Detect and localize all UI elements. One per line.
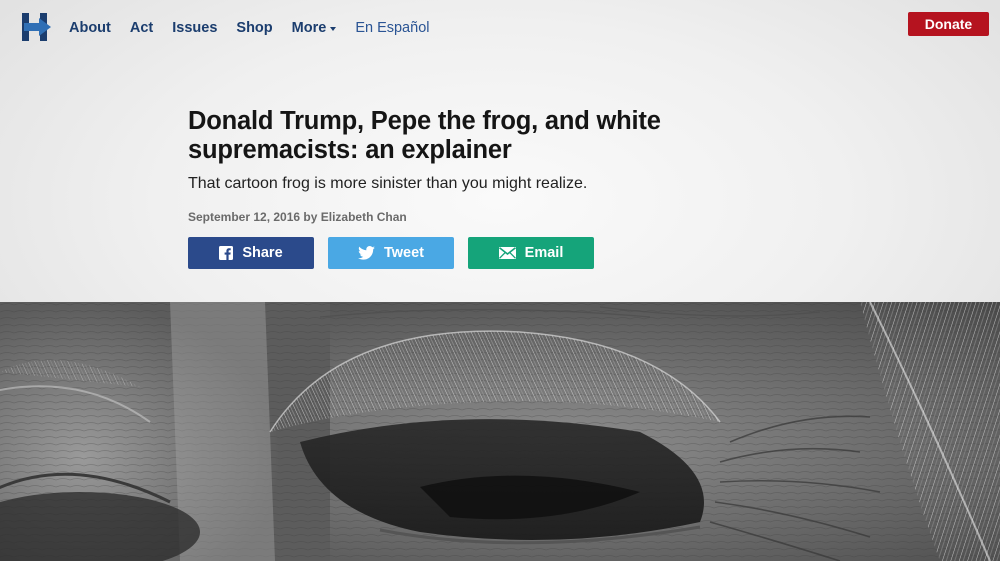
- nav-link-espanol[interactable]: En Español: [355, 20, 429, 36]
- nav-link-more[interactable]: More: [292, 20, 337, 36]
- page: About Act Issues Shop More En Español Do…: [0, 0, 1000, 561]
- facebook-icon: [219, 246, 234, 260]
- article-title: Donald Trump, Pepe the frog, and white s…: [188, 107, 661, 164]
- nav-link-shop[interactable]: Shop: [236, 20, 272, 36]
- email-share-label: Email: [524, 245, 564, 261]
- close-up-face-photo: [0, 302, 1000, 561]
- nav-link-act[interactable]: Act: [130, 20, 153, 36]
- donate-button[interactable]: Donate: [908, 12, 989, 36]
- email-share-button[interactable]: Email: [468, 237, 594, 269]
- twitter-share-button[interactable]: Tweet: [328, 237, 454, 269]
- facebook-share-label: Share: [242, 245, 283, 261]
- hero-image: [0, 302, 1000, 561]
- share-buttons: Share Tweet Email: [188, 237, 608, 269]
- article-subtitle: That cartoon frog is more sinister than …: [188, 175, 588, 192]
- nav-link-more-label: More: [291, 20, 327, 36]
- nav-link-issues[interactable]: Issues: [172, 20, 217, 36]
- nav-link-about[interactable]: About: [69, 20, 111, 36]
- article-head: Donald Trump, Pepe the frog, and white s…: [188, 107, 748, 224]
- nav-links: About Act Issues Shop More En Español: [69, 18, 448, 38]
- top-nav: About Act Issues Shop More En Español Do…: [0, 0, 1000, 54]
- twitter-share-label: Tweet: [383, 245, 425, 261]
- h-arrow-logo-icon[interactable]: [22, 13, 52, 41]
- article-byline: September 12, 2016 by Elizabeth Chan: [188, 210, 407, 224]
- envelope-icon: [498, 247, 516, 259]
- twitter-bird-icon: [358, 246, 375, 260]
- article-header: About Act Issues Shop More En Español Do…: [0, 0, 1000, 302]
- facebook-share-button[interactable]: Share: [188, 237, 314, 269]
- caret-down-icon: [330, 26, 337, 31]
